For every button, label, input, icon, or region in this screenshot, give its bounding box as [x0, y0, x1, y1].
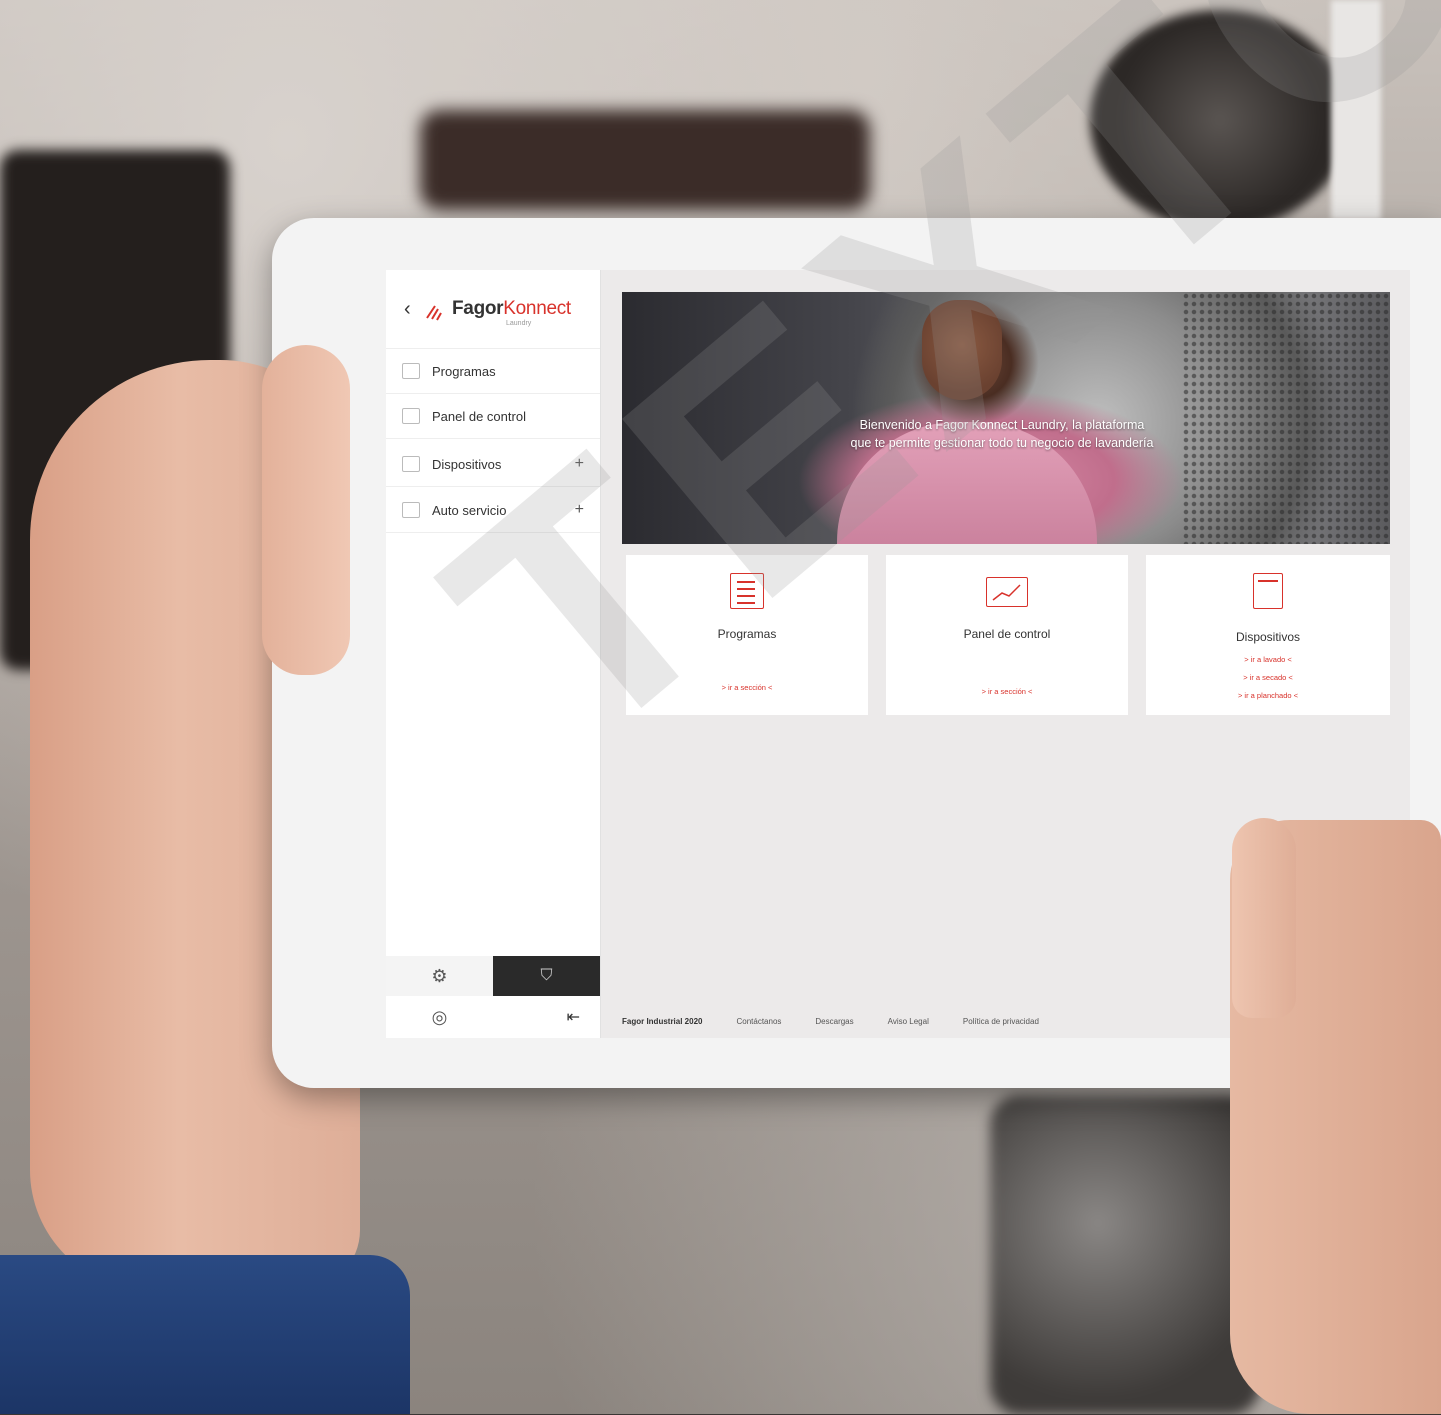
list-icon	[402, 363, 420, 379]
sidebar-item-label: Panel de control	[432, 408, 526, 424]
expand-plus-icon[interactable]: +	[575, 501, 584, 519]
card-programas[interactable]: Programas > ir a sección <	[626, 555, 868, 715]
settings-gear-icon[interactable]: ⚙	[386, 956, 493, 996]
program-list-icon	[730, 573, 764, 609]
card-title: Programas	[717, 627, 777, 641]
footer-link[interactable]: Política de privacidad	[963, 1017, 1039, 1026]
signal-logo-icon	[426, 305, 442, 321]
hero-welcome-text: Bienvenido a Fagor Konnect Laundry, la p…	[792, 416, 1212, 452]
hero-banner: Bienvenido a Fagor Konnect Laundry, la p…	[622, 292, 1390, 544]
background-shape	[420, 110, 870, 210]
background-washer-drum	[1090, 10, 1350, 230]
card-link[interactable]: > ir a sección <	[626, 683, 868, 692]
expand-plus-icon[interactable]: +	[575, 455, 584, 473]
card-dispositivos[interactable]: Dispositivos > ir a lavado < > ir a seca…	[1146, 555, 1390, 715]
sidebar: ‹ FagorKonnect Laundry Programas Panel d…	[386, 270, 601, 1038]
line-chart-icon	[986, 577, 1028, 607]
hero-drum-mesh	[1182, 292, 1390, 544]
brand-logo-text: FagorKonnect	[452, 298, 571, 319]
hero-person-face	[922, 300, 1002, 400]
footer-copyright: Fagor Industrial 2020	[622, 1016, 703, 1026]
footer-link[interactable]: Descargas	[815, 1017, 853, 1026]
left-thumb	[262, 345, 350, 675]
sleeve	[0, 1255, 410, 1414]
self-service-icon	[402, 502, 420, 518]
sidebar-item-panel-de-control[interactable]: Panel de control	[386, 394, 600, 439]
footer-link[interactable]: Aviso Legal	[888, 1017, 929, 1026]
hero-line-1: Bienvenido a Fagor Konnect Laundry, la p…	[859, 418, 1145, 432]
sidebar-item-label: Programas	[432, 363, 496, 379]
background-shape	[1331, 0, 1381, 220]
card-panel-de-control[interactable]: Panel de control > ir a sección <	[886, 555, 1128, 715]
brand-subtitle: Laundry	[506, 320, 532, 327]
collapse-menu-icon[interactable]: ⇤	[493, 996, 600, 1038]
device-icon	[402, 456, 420, 472]
sidebar-footer: ⚙ ⛉ ◎ ⇤	[386, 956, 600, 1038]
back-chevron-icon[interactable]: ‹	[404, 298, 411, 321]
sidebar-item-dispositivos[interactable]: Dispositivos +	[386, 442, 600, 487]
card-title: Dispositivos	[1235, 630, 1301, 644]
brand-header: ‹ FagorKonnect Laundry	[386, 270, 600, 349]
sidebar-item-auto-servicio[interactable]: Auto servicio +	[386, 488, 600, 533]
card-link[interactable]: > ir a secado <	[1146, 673, 1390, 682]
hero-line-2: que te permite gestionar todo tu negocio…	[850, 436, 1154, 450]
chart-icon	[402, 408, 420, 424]
card-link[interactable]: > ir a lavado <	[1146, 655, 1390, 664]
device-panel-icon	[1253, 573, 1283, 609]
security-shield-icon[interactable]: ⛉	[493, 956, 600, 996]
sidebar-item-label: Dispositivos	[432, 456, 502, 472]
sidebar-item-label: Auto servicio	[432, 502, 507, 518]
card-link[interactable]: > ir a sección <	[886, 687, 1128, 696]
sidebar-item-programas[interactable]: Programas	[386, 349, 600, 394]
card-title: Panel de control	[963, 627, 1051, 641]
footer-link[interactable]: Contáctanos	[736, 1017, 781, 1026]
card-link[interactable]: > ir a planchado <	[1146, 691, 1390, 700]
background-washer-door	[990, 1095, 1260, 1415]
user-profile-icon[interactable]: ◎	[386, 996, 493, 1038]
right-index-finger	[1232, 818, 1296, 1018]
